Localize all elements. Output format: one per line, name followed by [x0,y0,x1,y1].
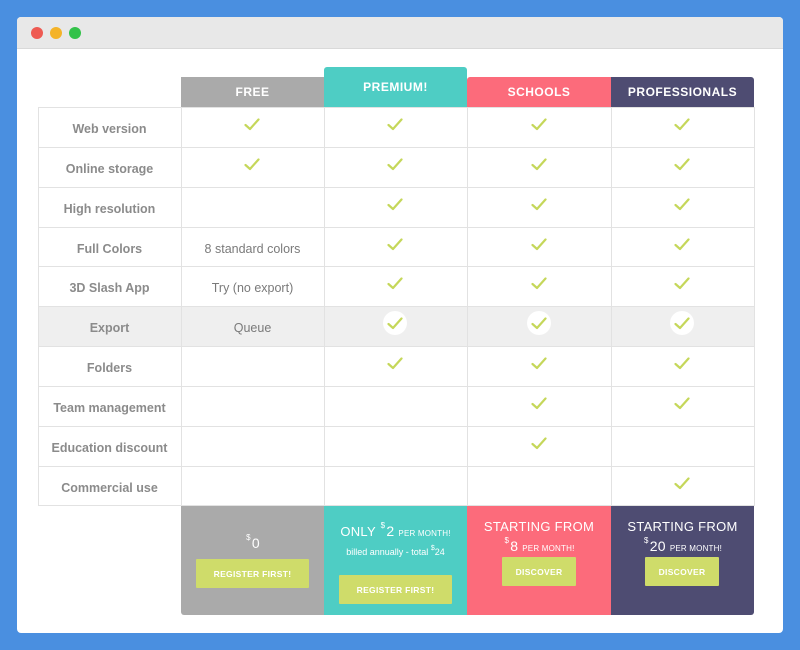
price-period: PER MONTH! [669,544,723,553]
discover-button[interactable]: DISCOVER [502,557,576,586]
grid-line [38,386,755,387]
price-amount: 0 [251,535,260,551]
feature-label: Folders [86,361,133,375]
check-icon [670,232,694,256]
check-icon [670,112,694,136]
plan-header-professionals: PROFESSIONALS [611,77,754,107]
price-period: PER MONTH! [398,529,451,538]
check-icon [527,431,551,455]
grid-line [611,107,612,505]
price-amount: 20 [649,538,666,554]
feature-label: Export [89,321,130,335]
check-icon [670,152,694,176]
check-icon [670,192,694,216]
billed-total: 24 [434,547,445,557]
grid-line [324,107,325,505]
browser-window: FREE PREMIUM! SCHOOLS PROFESSIONALS Web … [17,17,783,633]
grid-line [38,266,755,267]
feature-label: Full Colors [76,242,143,256]
check-icon [383,271,407,295]
price-prefix: STARTING FROM [627,519,738,534]
check-icon [240,152,264,176]
feature-label: Education discount [51,441,168,455]
grid-line [38,346,755,347]
check-icon [527,391,551,415]
check-icon [670,271,694,295]
check-icon [383,351,407,375]
register-first-button[interactable]: REGISTER FIRST! [339,575,452,604]
check-icon [383,192,407,216]
feature-label: Commercial use [61,481,158,495]
register-first-button[interactable]: REGISTER FIRST! [196,559,309,588]
plan-header-schools: SCHOOLS [467,77,611,107]
plan-header-free: FREE [181,77,324,107]
check-icon [383,152,407,176]
currency-symbol: $ [504,536,510,545]
feature-label: High resolution [63,202,156,216]
currency-symbol: $ [246,533,251,542]
check-icon [670,391,694,415]
discover-button[interactable]: DISCOVER [645,557,719,586]
grid-line [38,426,755,427]
grid-line [38,107,39,505]
grid-line [38,107,755,108]
check-icon [240,112,264,136]
plan-header-premium: PREMIUM! [324,67,467,107]
grid-line [38,505,755,506]
price-amount: 2 [386,523,395,539]
check-icon [527,192,551,216]
grid-line [38,466,755,467]
check-icon [527,351,551,375]
feature-label: Online storage [65,162,154,176]
grid-line [38,227,755,228]
check-icon [527,112,551,136]
price-period: PER MONTH! [522,544,575,553]
grid-line [467,107,468,505]
currency-symbol: $ [380,521,386,530]
grid-line [754,107,755,505]
check-icon [383,311,407,335]
grid-line [38,147,755,148]
price-amount: 8 [510,538,519,554]
grid-line [38,306,755,307]
feature-label: Team management [53,401,166,415]
feature-label: Web version [72,122,147,136]
grid-line [38,187,755,188]
free-export-value: Queue [233,321,272,335]
check-icon [670,311,694,335]
pricing-table: FREE PREMIUM! SCHOOLS PROFESSIONALS Web … [17,17,783,633]
check-icon [670,471,694,495]
check-icon [383,112,407,136]
feature-label: 3D Slash App [69,281,150,295]
price-prefix: ONLY [340,524,376,539]
billed-annually-text: billed annually - total [346,547,429,557]
check-icon [527,271,551,295]
check-icon [383,232,407,256]
check-icon [527,232,551,256]
grid-line [181,107,182,505]
price-prefix: STARTING FROM [483,519,595,534]
free-full-colors-value: 8 standard colors [204,242,301,256]
check-icon [527,152,551,176]
check-icon [527,311,551,335]
check-icon [670,351,694,375]
currency-symbol: $ [643,536,649,545]
free-3d-slash-value: Try (no export) [211,281,294,295]
